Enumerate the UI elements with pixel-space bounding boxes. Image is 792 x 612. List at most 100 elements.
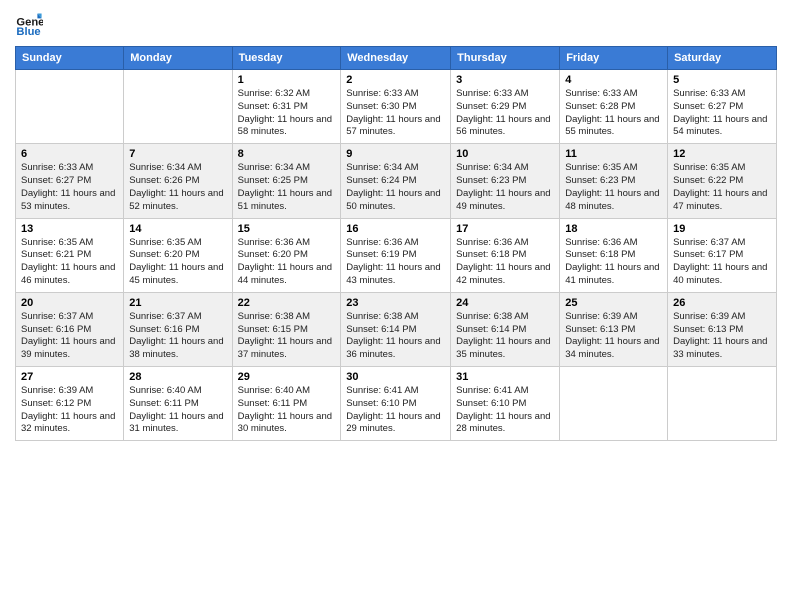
calendar-cell: 14 Sunrise: 6:35 AMSunset: 6:20 PMDayligh…: [124, 218, 232, 292]
calendar-cell: [124, 70, 232, 144]
calendar-week-row: 6 Sunrise: 6:33 AMSunset: 6:27 PMDaylight…: [16, 144, 777, 218]
day-number: 5: [673, 74, 771, 86]
day-info: Sunrise: 6:40 AMSunset: 6:11 PMDaylight:…: [129, 385, 226, 436]
calendar-cell: 11 Sunrise: 6:35 AMSunset: 6:23 PMDayligh…: [560, 144, 668, 218]
calendar-header-row: SundayMondayTuesdayWednesdayThursdayFrid…: [16, 47, 777, 70]
calendar-cell: 27 Sunrise: 6:39 AMSunset: 6:12 PMDayligh…: [16, 367, 124, 441]
day-number: 24: [456, 297, 554, 309]
weekday-header: Thursday: [451, 47, 560, 70]
calendar-week-row: 20Sunrise: 6:37 AMSunset: 6:16 PMDayligh…: [16, 292, 777, 366]
day-number: 23: [346, 297, 445, 309]
day-number: 30: [346, 371, 445, 383]
day-info: Sunrise: 6:37 AMSunset: 6:16 PMDaylight:…: [129, 311, 226, 362]
day-number: 21: [129, 297, 226, 309]
calendar-week-row: 13Sunrise: 6:35 AMSunset: 6:21 PMDayligh…: [16, 218, 777, 292]
calendar-cell: 22Sunrise: 6:38 AMSunset: 6:15 PMDayligh…: [232, 292, 341, 366]
day-info: Sunrise: 6:38 AMSunset: 6:15 PMDaylight:…: [238, 311, 336, 362]
calendar-cell: 29Sunrise: 6:40 AMSunset: 6:11 PMDayligh…: [232, 367, 341, 441]
day-number: 19: [673, 223, 771, 235]
day-number: 28: [129, 371, 226, 383]
day-info: Sunrise: 6:34 AMSunset: 6:24 PMDaylight:…: [346, 162, 445, 213]
calendar-cell: 20Sunrise: 6:37 AMSunset: 6:16 PMDayligh…: [16, 292, 124, 366]
day-number: 12: [673, 148, 771, 160]
day-info: Sunrise: 6:33 AMSunset: 6:30 PMDaylight:…: [346, 88, 445, 139]
calendar-cell: 16 Sunrise: 6:36 AMSunset: 6:19 PMDayligh…: [341, 218, 451, 292]
day-number: 4: [565, 74, 662, 86]
calendar-cell: 31 Sunrise: 6:41 AMSunset: 6:10 PMDayligh…: [451, 367, 560, 441]
logo: General Blue: [15, 10, 45, 38]
day-number: 2: [346, 74, 445, 86]
day-info: Sunrise: 6:34 AMSunset: 6:25 PMDaylight:…: [238, 162, 336, 213]
weekday-header: Monday: [124, 47, 232, 70]
day-info: Sunrise: 6:36 AMSunset: 6:20 PMDaylight:…: [238, 237, 336, 288]
day-info: Sunrise: 6:39 AMSunset: 6:13 PMDaylight:…: [673, 311, 771, 362]
calendar-cell: 7 Sunrise: 6:34 AMSunset: 6:26 PMDaylight…: [124, 144, 232, 218]
day-info: Sunrise: 6:39 AMSunset: 6:13 PMDaylight:…: [565, 311, 662, 362]
calendar-cell: 8Sunrise: 6:34 AMSunset: 6:25 PMDaylight…: [232, 144, 341, 218]
calendar-cell: 23Sunrise: 6:38 AMSunset: 6:14 PMDayligh…: [341, 292, 451, 366]
calendar-cell: 5 Sunrise: 6:33 AMSunset: 6:27 PMDaylight…: [668, 70, 777, 144]
calendar-cell: 2 Sunrise: 6:33 AMSunset: 6:30 PMDaylight…: [341, 70, 451, 144]
day-info: Sunrise: 6:33 AMSunset: 6:29 PMDaylight:…: [456, 88, 554, 139]
day-info: Sunrise: 6:37 AMSunset: 6:17 PMDaylight:…: [673, 237, 771, 288]
day-info: Sunrise: 6:35 AMSunset: 6:20 PMDaylight:…: [129, 237, 226, 288]
day-number: 1: [238, 74, 336, 86]
day-number: 18: [565, 223, 662, 235]
day-info: Sunrise: 6:35 AMSunset: 6:22 PMDaylight:…: [673, 162, 771, 213]
day-number: 14: [129, 223, 226, 235]
day-info: Sunrise: 6:36 AMSunset: 6:19 PMDaylight:…: [346, 237, 445, 288]
day-number: 7: [129, 148, 226, 160]
day-info: Sunrise: 6:32 AMSunset: 6:31 PMDaylight:…: [238, 88, 336, 139]
calendar-cell: 30 Sunrise: 6:41 AMSunset: 6:10 PMDayligh…: [341, 367, 451, 441]
day-info: Sunrise: 6:34 AMSunset: 6:26 PMDaylight:…: [129, 162, 226, 213]
day-info: Sunrise: 6:35 AMSunset: 6:23 PMDaylight:…: [565, 162, 662, 213]
day-info: Sunrise: 6:36 AMSunset: 6:18 PMDaylight:…: [565, 237, 662, 288]
calendar-week-row: 1 Sunrise: 6:32 AMSunset: 6:31 PMDaylight…: [16, 70, 777, 144]
day-info: Sunrise: 6:34 AMSunset: 6:23 PMDaylight:…: [456, 162, 554, 213]
svg-text:Blue: Blue: [16, 26, 40, 38]
calendar-cell: 13Sunrise: 6:35 AMSunset: 6:21 PMDayligh…: [16, 218, 124, 292]
calendar-cell: 3 Sunrise: 6:33 AMSunset: 6:29 PMDaylight…: [451, 70, 560, 144]
calendar-cell: 15 Sunrise: 6:36 AMSunset: 6:20 PMDayligh…: [232, 218, 341, 292]
day-info: Sunrise: 6:35 AMSunset: 6:21 PMDaylight:…: [21, 237, 118, 288]
day-number: 3: [456, 74, 554, 86]
day-number: 9: [346, 148, 445, 160]
calendar-cell: [668, 367, 777, 441]
day-info: Sunrise: 6:33 AMSunset: 6:28 PMDaylight:…: [565, 88, 662, 139]
day-info: Sunrise: 6:40 AMSunset: 6:11 PMDaylight:…: [238, 385, 336, 436]
day-number: 15: [238, 223, 336, 235]
calendar-cell: 6 Sunrise: 6:33 AMSunset: 6:27 PMDaylight…: [16, 144, 124, 218]
day-info: Sunrise: 6:39 AMSunset: 6:12 PMDaylight:…: [21, 385, 118, 436]
calendar: SundayMondayTuesdayWednesdayThursdayFrid…: [15, 46, 777, 441]
header: General Blue: [15, 10, 777, 38]
day-number: 31: [456, 371, 554, 383]
day-number: 11: [565, 148, 662, 160]
weekday-header: Sunday: [16, 47, 124, 70]
day-info: Sunrise: 6:41 AMSunset: 6:10 PMDaylight:…: [456, 385, 554, 436]
page: General Blue SundayMondayTuesdayWednesda…: [0, 0, 792, 612]
day-number: 17: [456, 223, 554, 235]
day-number: 16: [346, 223, 445, 235]
weekday-header: Saturday: [668, 47, 777, 70]
day-info: Sunrise: 6:37 AMSunset: 6:16 PMDaylight:…: [21, 311, 118, 362]
calendar-cell: 17 Sunrise: 6:36 AMSunset: 6:18 PMDayligh…: [451, 218, 560, 292]
weekday-header: Friday: [560, 47, 668, 70]
calendar-cell: 4 Sunrise: 6:33 AMSunset: 6:28 PMDaylight…: [560, 70, 668, 144]
day-number: 27: [21, 371, 118, 383]
day-number: 25: [565, 297, 662, 309]
calendar-cell: 21 Sunrise: 6:37 AMSunset: 6:16 PMDayligh…: [124, 292, 232, 366]
day-number: 26: [673, 297, 771, 309]
day-info: Sunrise: 6:41 AMSunset: 6:10 PMDaylight:…: [346, 385, 445, 436]
calendar-cell: 18 Sunrise: 6:36 AMSunset: 6:18 PMDayligh…: [560, 218, 668, 292]
day-info: Sunrise: 6:33 AMSunset: 6:27 PMDaylight:…: [21, 162, 118, 213]
calendar-cell: 28 Sunrise: 6:40 AMSunset: 6:11 PMDayligh…: [124, 367, 232, 441]
day-number: 6: [21, 148, 118, 160]
calendar-cell: [560, 367, 668, 441]
day-number: 10: [456, 148, 554, 160]
logo-icon: General Blue: [15, 10, 43, 38]
calendar-cell: 19 Sunrise: 6:37 AMSunset: 6:17 PMDayligh…: [668, 218, 777, 292]
calendar-cell: 1 Sunrise: 6:32 AMSunset: 6:31 PMDaylight…: [232, 70, 341, 144]
day-info: Sunrise: 6:36 AMSunset: 6:18 PMDaylight:…: [456, 237, 554, 288]
calendar-cell: 25 Sunrise: 6:39 AMSunset: 6:13 PMDayligh…: [560, 292, 668, 366]
day-info: Sunrise: 6:33 AMSunset: 6:27 PMDaylight:…: [673, 88, 771, 139]
